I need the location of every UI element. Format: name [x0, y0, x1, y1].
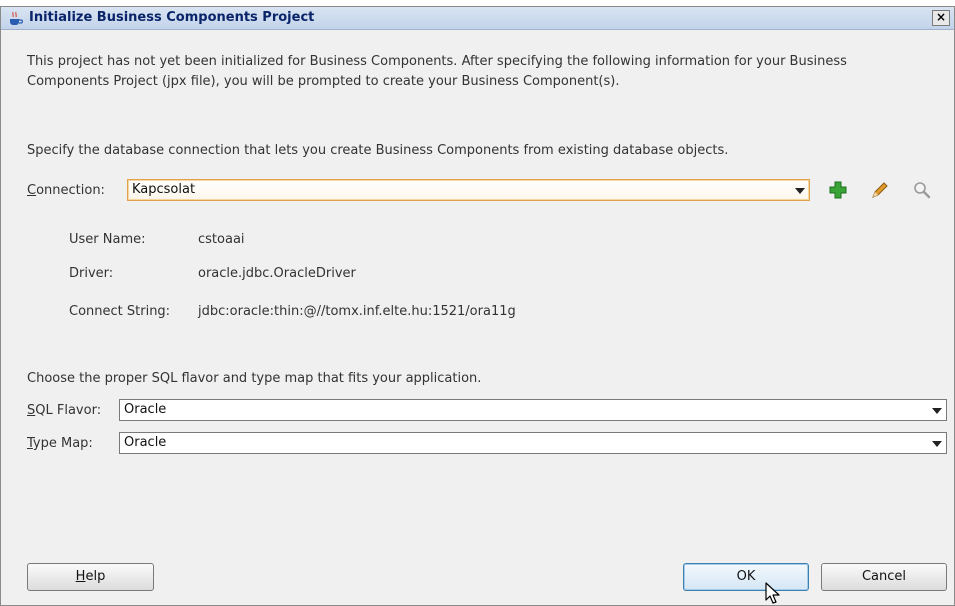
user-name-label: User Name:	[69, 232, 146, 247]
window-title: Initialize Business Components Project	[29, 10, 315, 25]
driver-value: oracle.jdbc.OracleDriver	[198, 266, 356, 281]
cancel-button[interactable]: Cancel	[821, 563, 947, 591]
sql-instruction: Choose the proper SQL flavor and type ma…	[27, 371, 482, 386]
chevron-down-icon[interactable]	[932, 441, 942, 447]
ok-button[interactable]: OK	[683, 563, 809, 591]
sql-flavor-label: SQL Flavor:	[27, 403, 102, 418]
pencil-icon[interactable]	[870, 180, 890, 200]
title-bar[interactable]: Initialize Business Components Project ×	[1, 7, 954, 30]
help-button[interactable]: Help	[27, 563, 154, 591]
connection-select-value: Kapcsolat	[132, 182, 196, 197]
connection-label: Connection:	[27, 183, 105, 198]
coffee-cup-icon	[10, 11, 23, 25]
intro-text-line-1: This project has not yet been initialize…	[27, 54, 847, 69]
driver-label: Driver:	[69, 266, 114, 281]
type-map-select[interactable]: Oracle	[119, 432, 947, 454]
plus-icon[interactable]	[828, 180, 848, 200]
connection-select[interactable]: Kapcsolat	[127, 179, 810, 201]
connection-instruction: Specify the database connection that let…	[27, 143, 729, 158]
chevron-down-icon[interactable]	[795, 188, 805, 194]
magnifier-icon[interactable]	[912, 180, 932, 200]
type-map-label: Type Map:	[27, 436, 93, 451]
close-button[interactable]: ×	[932, 10, 950, 26]
chevron-down-icon[interactable]	[932, 408, 942, 414]
connect-string-value: jdbc:oracle:thin:@//tomx.inf.elte.hu:152…	[198, 304, 516, 319]
type-map-value: Oracle	[124, 435, 167, 450]
user-name-value: cstoaai	[198, 232, 245, 247]
sql-flavor-select[interactable]: Oracle	[119, 399, 947, 421]
mouse-pointer-icon	[765, 582, 780, 604]
connect-string-label: Connect String:	[69, 304, 171, 319]
intro-text-line-2: Components Project (jpx file), you will …	[27, 74, 620, 89]
sql-flavor-value: Oracle	[124, 402, 167, 417]
dialog-window: Initialize Business Components Project ×…	[0, 6, 955, 606]
